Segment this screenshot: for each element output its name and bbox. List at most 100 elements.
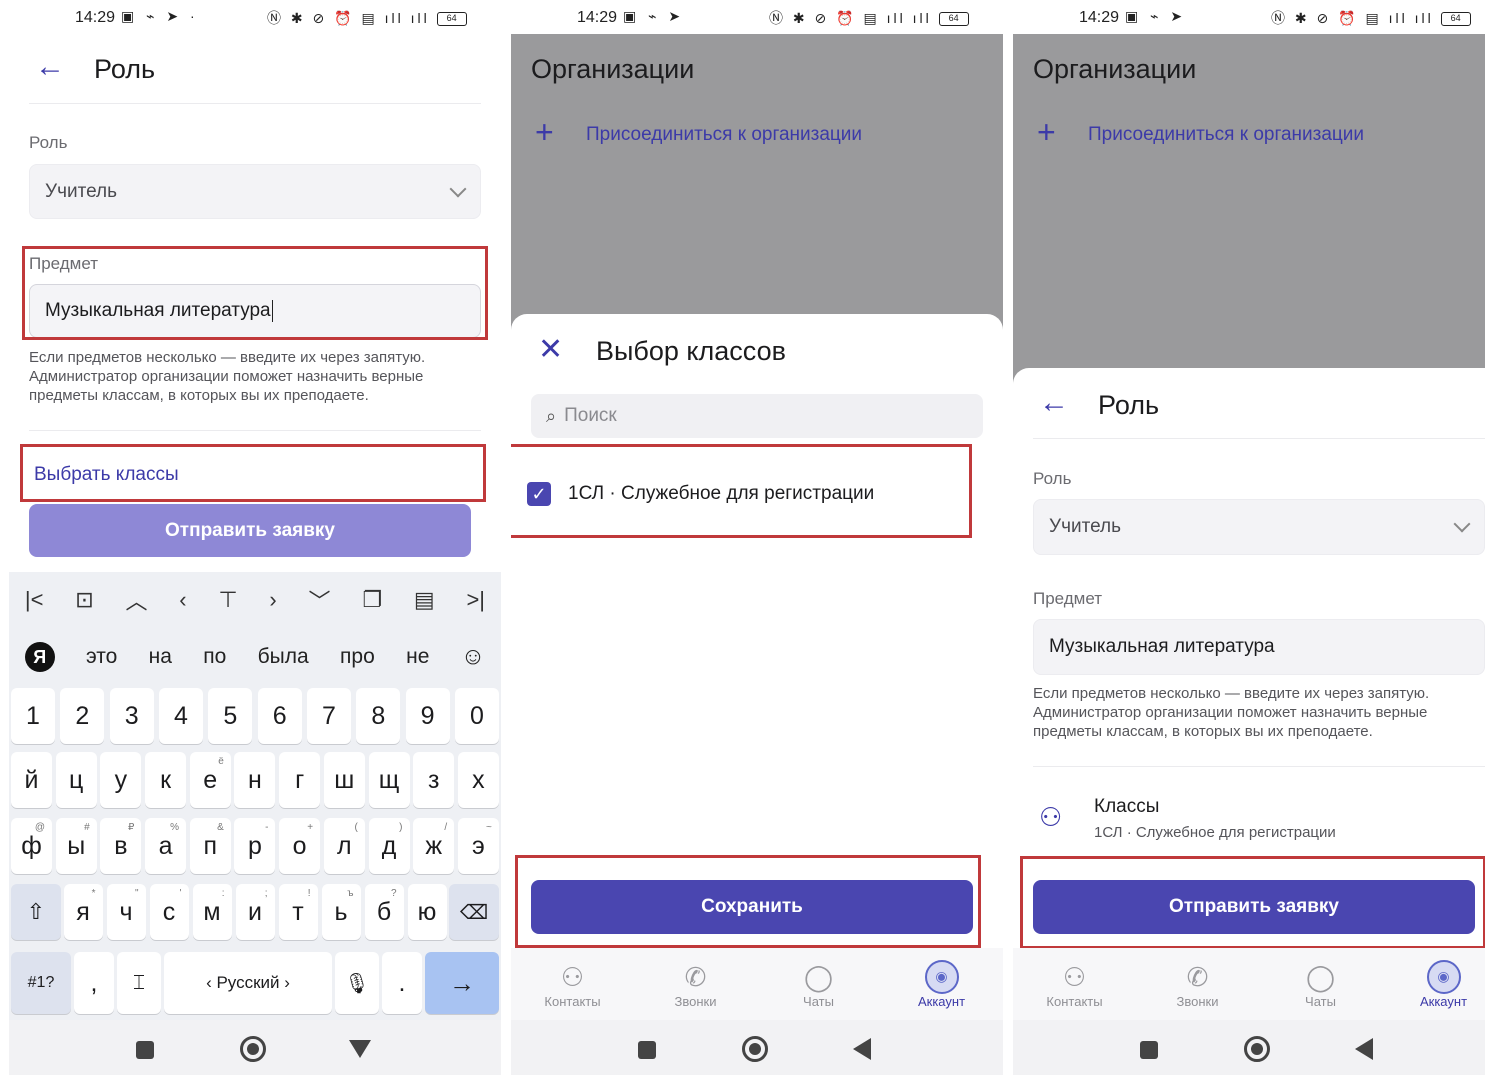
home-icon[interactable] (240, 1036, 266, 1062)
key[interactable]: и; (235, 884, 275, 940)
dimmed-background[interactable]: Организации + Присоединиться к организац… (1013, 34, 1485, 384)
key[interactable]: ы # (55, 818, 97, 874)
classes-title[interactable]: Классы (1094, 796, 1159, 818)
copy-icon[interactable]: ❐ (362, 587, 382, 613)
suggestion[interactable]: это (86, 645, 117, 669)
key[interactable]: р- (234, 818, 276, 874)
key-e[interactable]: её (189, 752, 231, 808)
hide-keyboard-icon[interactable] (349, 1040, 371, 1058)
cursor-end-icon[interactable]: >| (466, 587, 485, 613)
key[interactable]: г (279, 752, 321, 808)
subject-input[interactable]: Музыкальная литература (29, 284, 481, 338)
shift-key[interactable]: ⇧ (11, 884, 61, 940)
key[interactable]: т! (278, 884, 318, 940)
microphone-icon[interactable]: 🎙 (335, 952, 379, 1014)
tab-account[interactable]: ◉ Аккаунт (880, 948, 1003, 1020)
tab-account[interactable]: ◉ Аккаунт (1382, 948, 1485, 1020)
tab-contacts[interactable]: ⚇ Контакты (511, 948, 634, 1020)
key[interactable]: у (100, 752, 142, 808)
key[interactable]: а% (145, 818, 187, 874)
cursor-icon[interactable]: ⌶ (117, 952, 161, 1014)
home-icon[interactable] (742, 1036, 768, 1062)
suggestion[interactable]: была (258, 645, 309, 669)
suggestion[interactable]: не (406, 645, 429, 669)
submit-request-button[interactable]: Отправить заявку (29, 504, 471, 557)
key[interactable]: ж / (413, 818, 455, 874)
submit-request-button[interactable]: Отправить заявку (1033, 880, 1475, 934)
join-organization-link[interactable]: Присоединиться к организации (586, 124, 862, 146)
arrow-left-icon[interactable]: ‹ (179, 587, 186, 613)
search-input[interactable] (564, 405, 945, 427)
subject-input[interactable]: Музыкальная литература (1033, 619, 1485, 675)
comma-key[interactable]: , (74, 952, 114, 1014)
recents-icon[interactable] (638, 1041, 656, 1059)
dimmed-background[interactable]: Организации + Присоединиться к организац… (511, 34, 1003, 334)
key[interactable]: 3 (109, 688, 154, 744)
key[interactable]: к (145, 752, 187, 808)
suggestion[interactable]: про (340, 645, 375, 669)
enter-arrow-icon[interactable]: → (425, 952, 499, 1014)
key[interactable]: я * (63, 884, 103, 940)
key[interactable]: б? (364, 884, 404, 940)
search-field[interactable]: ⌕ (531, 394, 983, 438)
back-triangle-icon[interactable] (853, 1038, 871, 1060)
key[interactable]: 4 (158, 688, 203, 744)
back-arrow-icon[interactable]: ← (35, 50, 65, 84)
key[interactable]: о + (279, 818, 321, 874)
arrow-right-icon[interactable]: › (269, 587, 276, 613)
key[interactable]: 2 (60, 688, 105, 744)
clipboard-icon[interactable]: ▤ (414, 587, 435, 613)
cursor-start-icon[interactable]: |< (25, 587, 44, 613)
class-checkbox[interactable]: ✓ (527, 482, 551, 506)
key[interactable]: х (457, 752, 499, 808)
class-item-label[interactable]: 1СЛ · Служебное для регистрации (568, 483, 874, 505)
join-organization-link[interactable]: Присоединиться к организации (1088, 124, 1364, 146)
space-key[interactable]: ‹ Русский › (164, 952, 332, 1014)
key[interactable]: 8 (356, 688, 401, 744)
key[interactable]: л( (323, 818, 365, 874)
key[interactable]: 5 (208, 688, 253, 744)
home-icon[interactable] (1244, 1036, 1270, 1062)
save-button[interactable]: Сохранить (531, 880, 973, 934)
backspace-icon[interactable]: ⌫ (449, 884, 499, 940)
key[interactable]: ч " (106, 884, 146, 940)
tab-calls[interactable]: ✆ Звонки (634, 948, 757, 1020)
yandex-logo-icon[interactable]: Я (24, 642, 55, 672)
key[interactable]: ьъ (321, 884, 361, 940)
key[interactable]: с ' (149, 884, 189, 940)
key[interactable]: э ~ (457, 818, 499, 874)
classes-value[interactable]: 1СЛ · Служебное для регистрации (1094, 824, 1336, 841)
recents-icon[interactable] (1140, 1041, 1158, 1059)
tab-chats[interactable]: ◯ Чаты (757, 948, 880, 1020)
key[interactable]: в ₽ (100, 818, 142, 874)
select-text-icon[interactable]: ⊤ (218, 587, 237, 613)
arrow-up-icon[interactable]: ︿ (125, 584, 147, 616)
arrow-down-icon[interactable]: ﹀ (309, 584, 331, 616)
back-arrow-icon[interactable]: ← (1039, 386, 1069, 420)
key[interactable]: д) (368, 818, 410, 874)
select-icon[interactable]: ⊡ (75, 587, 93, 613)
key[interactable]: й (11, 752, 52, 808)
key[interactable]: 9 (405, 688, 450, 744)
key[interactable]: п & (189, 818, 231, 874)
back-triangle-icon[interactable] (1355, 1038, 1373, 1060)
key[interactable]: м: (192, 884, 232, 940)
emoji-icon[interactable]: ☺ (461, 643, 486, 671)
key[interactable]: 7 (306, 688, 351, 744)
key[interactable]: н (234, 752, 276, 808)
key[interactable]: ю (407, 884, 447, 940)
key[interactable]: ш (323, 752, 365, 808)
key[interactable]: ц (55, 752, 97, 808)
key[interactable]: з (413, 752, 455, 808)
period-key[interactable]: . (382, 952, 422, 1014)
choose-classes-link[interactable]: Выбрать классы (34, 464, 179, 486)
key[interactable]: ф @ (11, 818, 52, 874)
tab-calls[interactable]: ✆ Звонки (1136, 948, 1259, 1020)
key[interactable]: 1 (11, 688, 55, 744)
suggestion[interactable]: по (203, 645, 226, 669)
tab-contacts[interactable]: ⚇ Контакты (1013, 948, 1136, 1020)
symbols-key[interactable]: #1? (11, 952, 71, 1014)
role-select[interactable]: Учитель (29, 164, 481, 219)
key[interactable]: 0 (454, 688, 499, 744)
tab-chats[interactable]: ◯ Чаты (1259, 948, 1382, 1020)
